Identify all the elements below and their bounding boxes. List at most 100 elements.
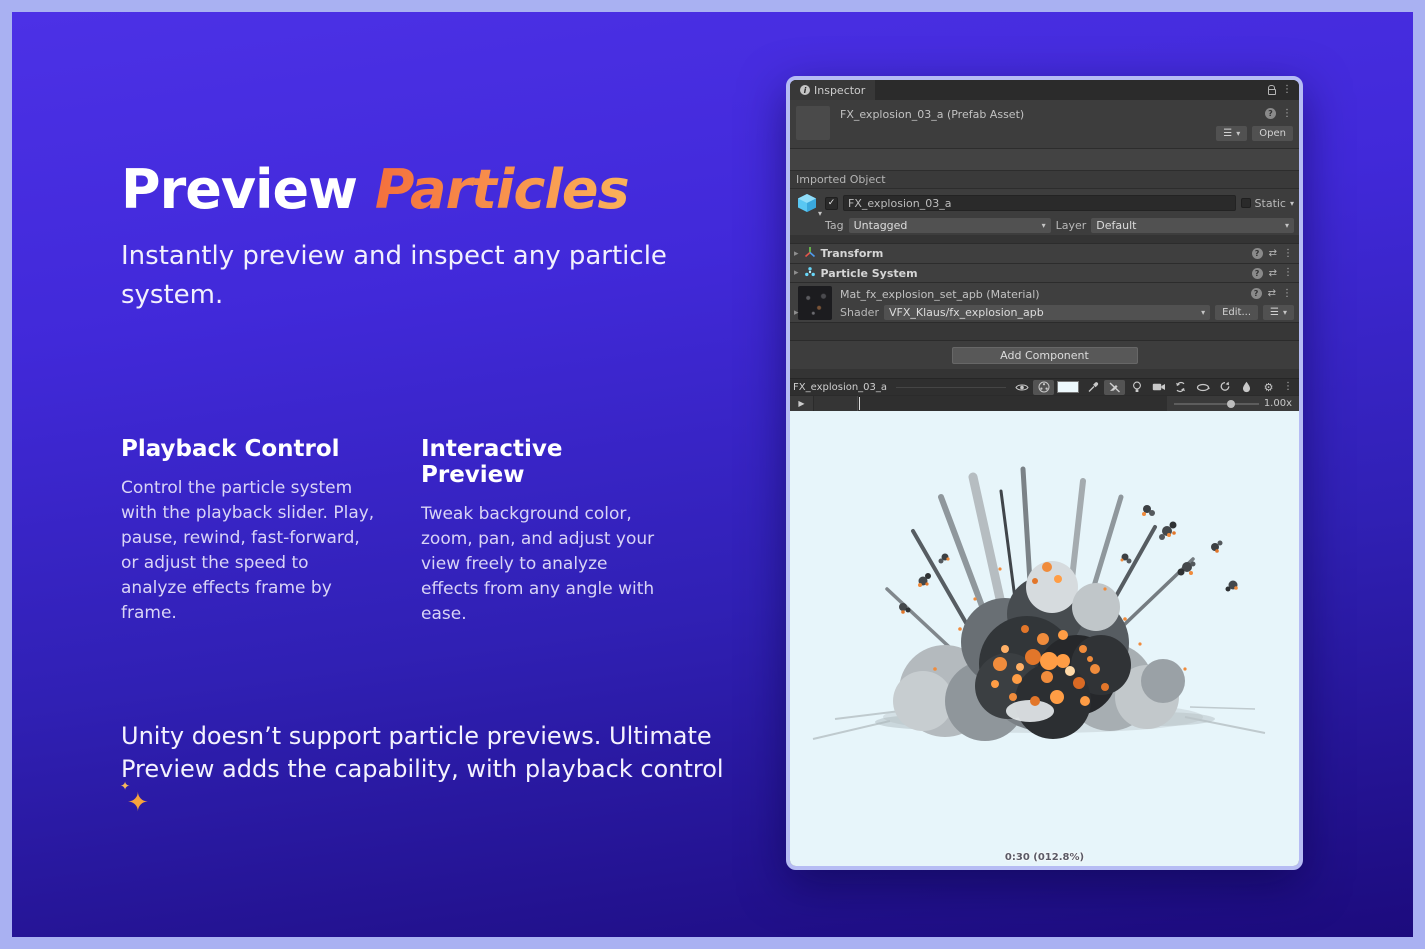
tab-menu-kebab-icon[interactable]: ⋮ — [1282, 85, 1292, 95]
layer-dropdown[interactable]: Default ▾ — [1091, 218, 1294, 233]
material-title: Mat_fx_explosion_set_apb (Material) — [840, 288, 1040, 301]
transform-axis-icon — [804, 246, 816, 261]
unity-inspector-panel: i Inspector ⋮ FX_explosion_03_a (Prefab … — [786, 76, 1303, 870]
foldout-icon[interactable]: ▸ — [794, 268, 799, 278]
component-particle-system[interactable]: ▸ Particle System ? ⇄ ⋮ — [790, 263, 1299, 282]
static-dropdown-icon[interactable]: ▾ — [1290, 199, 1294, 208]
preset-icon[interactable]: ⇄ — [1269, 268, 1277, 279]
component-menu-kebab-icon[interactable]: ⋮ — [1283, 249, 1293, 259]
shader-list-dropdown-button[interactable]: ☰ ▾ — [1263, 305, 1294, 320]
tag-label: Tag — [825, 219, 844, 232]
material-foldout-icon[interactable]: ▸ — [794, 308, 799, 318]
page-subtitle: Instantly preview and inspect any partic… — [121, 237, 701, 315]
layer-label: Layer — [1056, 219, 1087, 232]
brush-off-icon[interactable] — [1104, 380, 1125, 395]
settings-gear-icon[interactable]: ⚙ — [1258, 380, 1279, 395]
inspector-tab-bar: i Inspector ⋮ — [790, 80, 1299, 100]
burger-icon: ☰ — [1270, 307, 1279, 318]
orbit-icon[interactable] — [1192, 380, 1213, 395]
shader-edit-button[interactable]: Edit... — [1215, 305, 1258, 320]
tag-dropdown[interactable]: Untagged ▾ — [849, 218, 1051, 233]
add-component-zone: Add Component — [790, 341, 1299, 369]
material-menu-kebab-icon[interactable]: ⋮ — [1282, 289, 1292, 299]
particle-preview-viewport[interactable]: 0:30 (012.8%) — [790, 411, 1299, 866]
shader-dropdown[interactable]: VFX_Klaus/fx_explosion_apb ▾ — [884, 305, 1210, 320]
feature-playback-control: Playback Control Control the particle sy… — [121, 436, 379, 627]
sparkles-icon: ✦✦ — [127, 786, 149, 822]
feature-body: Tweak background color, zoom, pan, and a… — [421, 502, 663, 627]
chevron-down-icon: ▾ — [1236, 129, 1240, 138]
background-color-swatch[interactable] — [1055, 380, 1081, 395]
feature-title: Interactive Preview — [421, 436, 663, 488]
speed-slider-thumb[interactable] — [1227, 400, 1235, 408]
chevron-down-icon: ▾ — [818, 209, 822, 218]
preset-icon[interactable]: ⇄ — [1268, 288, 1276, 299]
time-readout: 0:30 (012.8%) — [790, 852, 1299, 863]
particles-drop-icon[interactable] — [1236, 380, 1257, 395]
feature-body: Control the particle system with the pla… — [121, 476, 379, 626]
asset-list-dropdown-button[interactable]: ☰ ▾ — [1216, 126, 1247, 141]
speed-slider[interactable] — [1174, 403, 1259, 405]
hero-section: Preview Particles Instantly preview and … — [121, 160, 721, 315]
help-icon[interactable]: ? — [1251, 288, 1262, 299]
landing-page: Preview Particles Instantly preview and … — [0, 0, 1425, 949]
tab-inspector[interactable]: i Inspector — [790, 80, 875, 100]
divider — [790, 322, 1299, 341]
skybox-sphere-icon[interactable] — [1033, 380, 1054, 395]
shader-label: Shader — [840, 306, 879, 319]
chevron-down-icon: ▾ — [1042, 221, 1046, 230]
tab-label: Inspector — [814, 84, 865, 97]
asset-menu-kebab-icon[interactable]: ⋮ — [1282, 109, 1292, 119]
lock-icon[interactable] — [1268, 89, 1276, 95]
timeline-lead-segment[interactable] — [814, 396, 858, 411]
chevron-down-icon: ▾ — [1201, 308, 1205, 317]
help-icon[interactable]: ? — [1252, 248, 1263, 259]
reset-rotation-icon[interactable] — [1170, 380, 1191, 395]
material-thumbnail — [798, 286, 832, 320]
material-section: Mat_fx_explosion_set_apb (Material) ? ⇄ … — [790, 282, 1299, 322]
add-component-button[interactable]: Add Component — [952, 347, 1138, 364]
playhead-marker[interactable] — [859, 397, 860, 410]
help-icon[interactable]: ? — [1252, 268, 1263, 279]
page-title-main: Preview — [121, 158, 357, 221]
inspector-info-icon: i — [800, 85, 810, 95]
prefab-thumbnail — [796, 106, 830, 140]
gameobject-cube-icon: ▾ — [794, 192, 820, 214]
open-button[interactable]: Open — [1252, 126, 1293, 141]
visibility-eye-icon[interactable] — [1011, 380, 1032, 395]
component-menu-kebab-icon[interactable]: ⋮ — [1283, 268, 1293, 278]
rotate-icon[interactable] — [1214, 380, 1235, 395]
active-checkbox[interactable]: ✓ — [825, 197, 838, 210]
object-name-field[interactable]: FX_explosion_03_a — [843, 195, 1236, 211]
game-object-header: ▾ ✓ FX_explosion_03_a Static ▾ Tag Untag… — [790, 189, 1299, 235]
asset-header: FX_explosion_03_a (Prefab Asset) ? ⋮ ☰ ▾… — [790, 100, 1299, 149]
camera-icon[interactable] — [1148, 380, 1169, 395]
foldout-icon[interactable]: ▸ — [794, 249, 799, 259]
page-title-accent: Particles — [375, 158, 637, 221]
playback-controls: ▶ 1.00x — [790, 395, 1299, 411]
page-title: Preview Particles — [121, 160, 721, 219]
preview-object-label: FX_explosion_03_a — [793, 382, 891, 393]
light-toggle-icon[interactable] — [1126, 380, 1147, 395]
particle-explosion-graphic — [795, 439, 1295, 869]
footnote-text: Unity doesn’t support particle previews.… — [121, 720, 741, 822]
chevron-down-icon: ▾ — [1285, 221, 1289, 230]
feature-title: Playback Control — [121, 436, 379, 462]
playback-timeline[interactable] — [858, 396, 1167, 411]
chevron-down-icon: ▾ — [1283, 308, 1287, 317]
component-name: Transform — [821, 247, 884, 260]
component-name: Particle System — [821, 267, 918, 280]
static-label: Static — [1255, 197, 1286, 210]
play-button[interactable]: ▶ — [790, 396, 814, 411]
particle-system-icon — [804, 266, 816, 281]
static-checkbox[interactable] — [1241, 198, 1251, 208]
component-transform[interactable]: ▸ Transform ? ⇄ ⋮ — [790, 243, 1299, 263]
help-icon[interactable]: ? — [1265, 108, 1276, 119]
speed-label: 1.00x — [1264, 398, 1292, 409]
burger-icon: ☰ — [1223, 128, 1232, 139]
preview-menu-kebab-icon[interactable]: ⋮ — [1280, 382, 1296, 392]
preview-toolbar: FX_explosion_03_a ⚙ ⋮ — [790, 378, 1299, 395]
divider — [790, 235, 1299, 243]
preset-icon[interactable]: ⇄ — [1269, 248, 1277, 259]
eyedropper-icon[interactable] — [1082, 380, 1103, 395]
